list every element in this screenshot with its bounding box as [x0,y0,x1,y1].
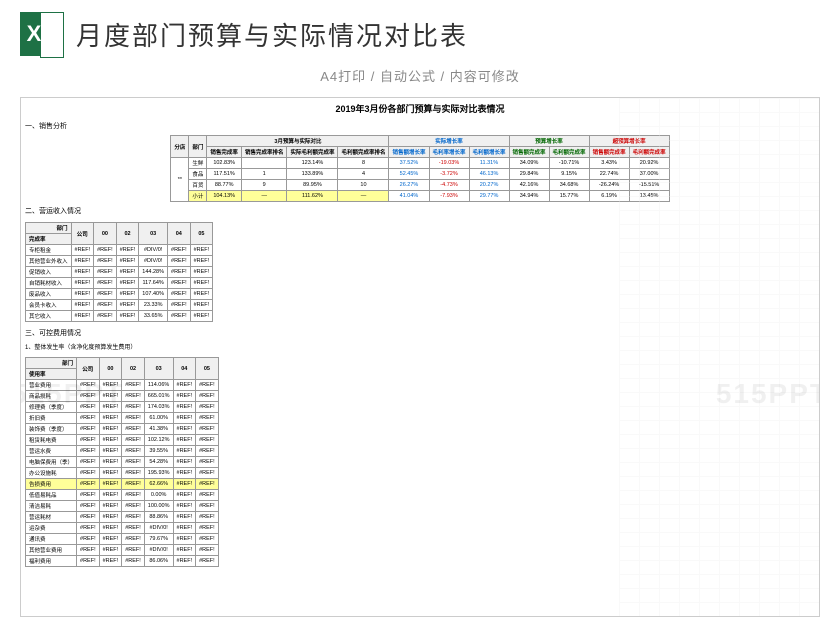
spreadsheet-preview: 515PPT 515PPT 2019年3月份各部门预算与实际对比表情况 一、销售… [20,97,820,617]
page-subtitle: A4打印 / 自动公式 / 内容可修改 [0,66,840,85]
table2: 部门公司0002030405完成率专柜租金#REF!#REF!#REF!#DIV… [25,222,213,322]
page-title: 月度部门预算与实际情况对比表 [76,16,468,53]
page-header: X 月度部门预算与实际情况对比表 [0,0,840,68]
excel-x-letter: X [27,21,42,47]
table1: 分店部门3月预算与实际对比实际增长率预算增长率超预算增长率销售完成率销售完成率排… [170,135,669,202]
table3: 部门公司0002030405使用率营业费用#REF!#REF!#REF!114.… [25,357,219,567]
grid-background [619,98,819,616]
excel-icon: X [20,12,64,56]
